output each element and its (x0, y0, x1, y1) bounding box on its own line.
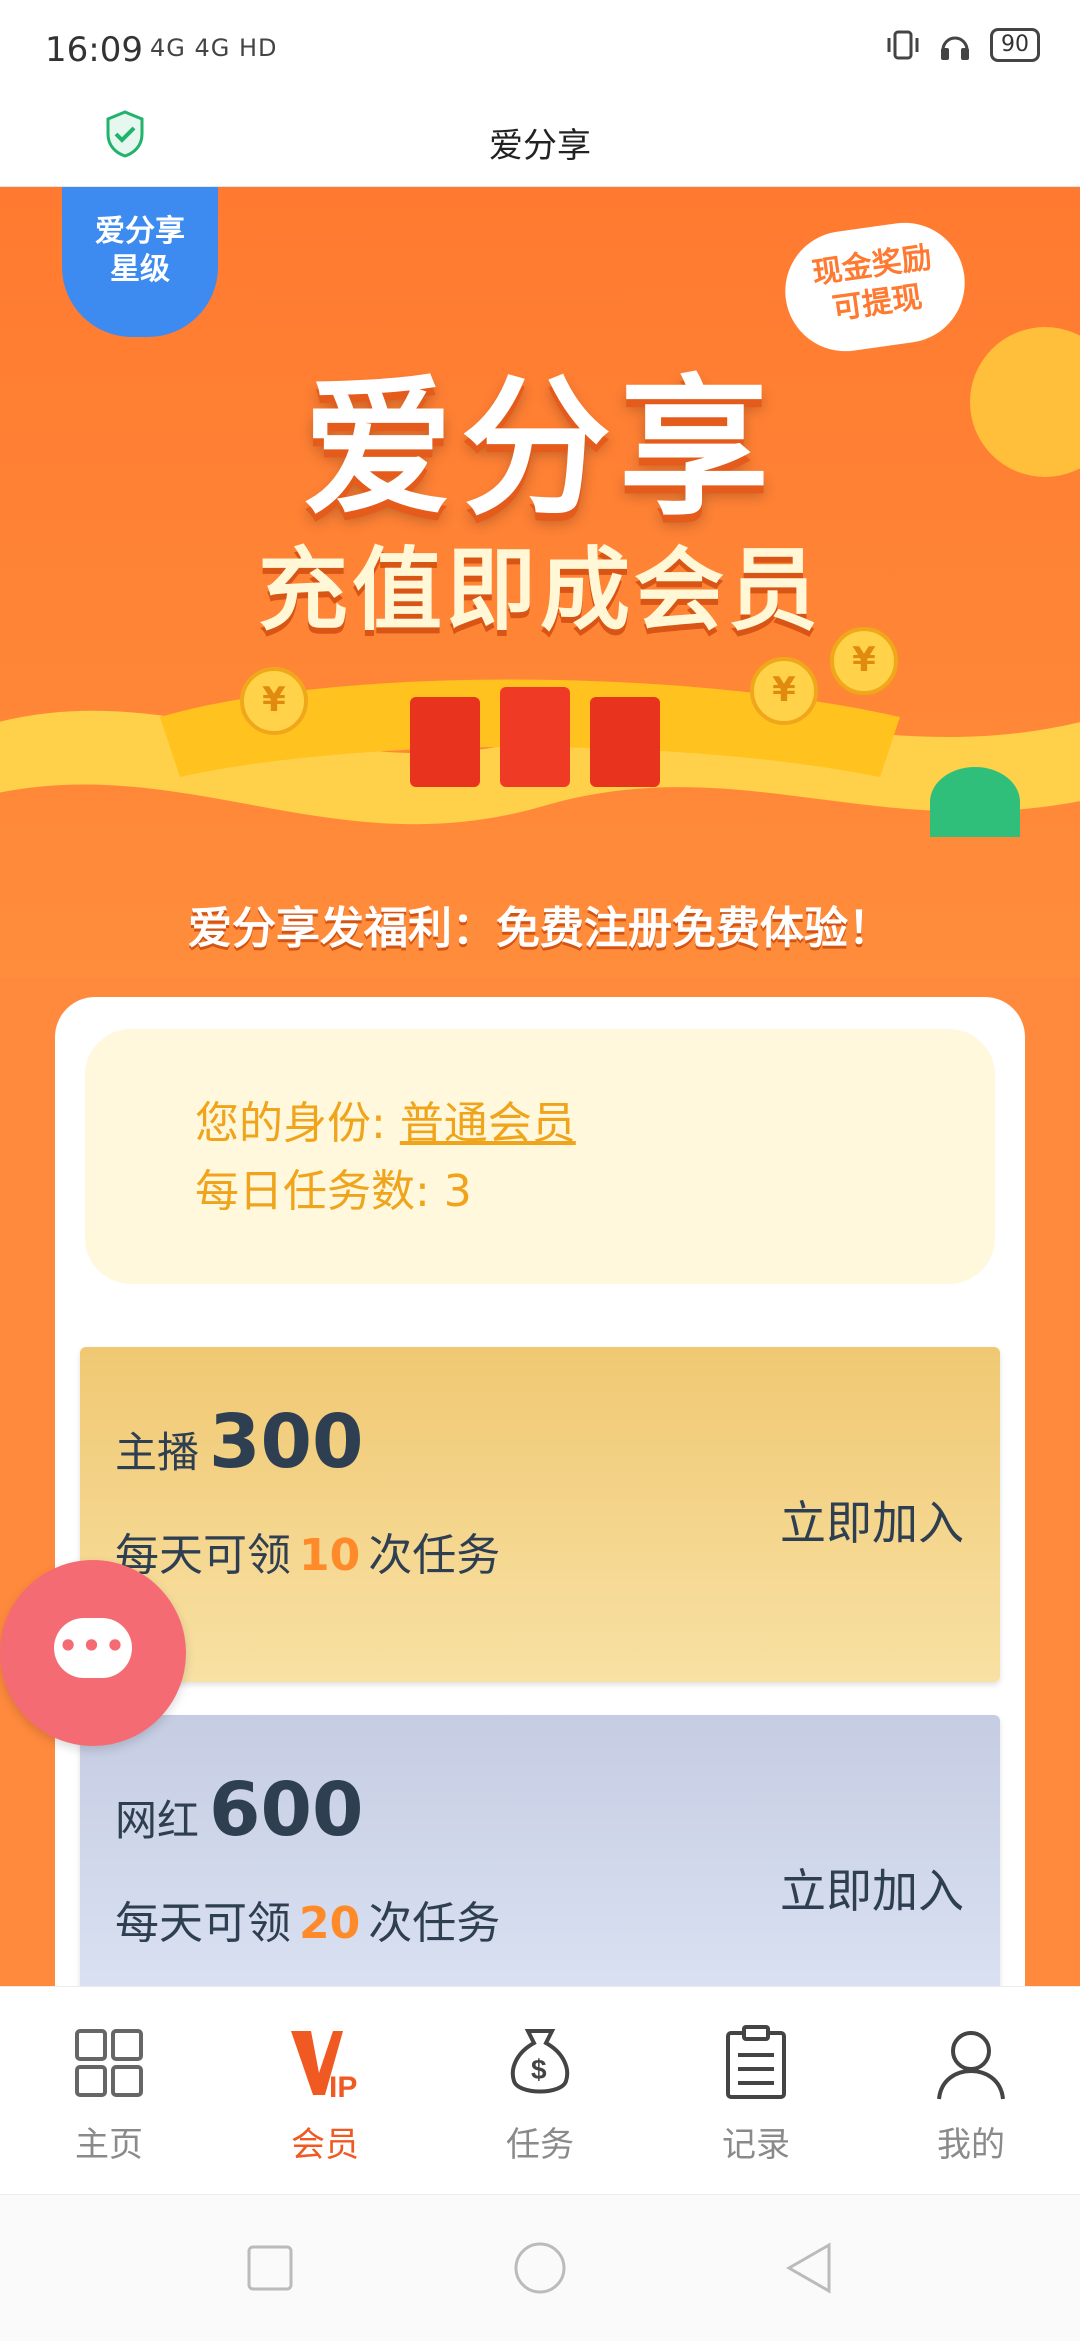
star-badge-line2: 星级 (110, 252, 170, 287)
plan-description: 每天可领 20 次任务 (115, 1887, 500, 1951)
plan-desc-suffix: 次任务 (368, 1898, 501, 1949)
plan-desc-suffix: 次任务 (368, 1530, 501, 1581)
plan-name: 主播 (115, 1428, 200, 1477)
user-icon (937, 2031, 1005, 2100)
daily-task-count: 每日任务数: 3 (195, 1166, 472, 1217)
clipboard-icon (726, 2025, 786, 2099)
home-icon[interactable] (513, 2241, 567, 2295)
plan-desc-prefix: 每天可领 (115, 1898, 291, 1949)
recent-apps-icon[interactable] (243, 2241, 297, 2295)
plan-title: 主播 300 (115, 1399, 363, 1485)
chat-dots: ••• (57, 1627, 129, 1665)
promo-banner: 爱分享 星级 现金奖励 可提现 爱分享 充值即成会员 ¥ ¥ ¥ 爱分享发福利：… (0, 187, 1080, 977)
tab-records[interactable]: 记录 (681, 2023, 831, 2166)
svg-text:$: $ (531, 2054, 547, 2085)
plan-task-count: 20 (299, 1898, 361, 1949)
grid-icon (75, 2029, 143, 2097)
plan-card-influencer[interactable]: 网红 600 每天可领 20 次任务 立即加入 (80, 1715, 1000, 1987)
decor-ball (930, 767, 1020, 837)
plan-description: 每天可领 10 次任务 (115, 1519, 500, 1583)
system-nav-bar (0, 2194, 1080, 2341)
main-content[interactable]: 爱分享 星级 现金奖励 可提现 爱分享 充值即成会员 ¥ ¥ ¥ 爱分享发福利：… (0, 187, 1080, 1987)
identity-label: 您的身份: (195, 1098, 400, 1149)
network-indicator: 4G 4G HD (150, 34, 278, 62)
plan-price: 300 (209, 1399, 364, 1485)
money-bag-icon: $ (510, 2029, 570, 2094)
tab-label: 我的 (937, 2125, 1005, 2165)
membership-panel: 您的身份: 普通会员 每日任务数: 3 主播 300 每天可领 10 次任务 立即加入… (55, 997, 1025, 1987)
bottom-tab-bar: 主页 IP 会员 $ 任务 记录 我的 (0, 1986, 1080, 2195)
tab-label: 任务 (506, 2125, 574, 2165)
star-badge-line1: 爱分享 (95, 214, 185, 249)
chat-bubble-icon: ••• (54, 1618, 132, 1678)
chat-fab-button[interactable]: ••• (0, 1560, 186, 1746)
status-icons: 90 (886, 28, 1040, 62)
tab-home[interactable]: 主页 (34, 2023, 184, 2166)
plan-task-count: 10 (299, 1530, 361, 1581)
coin-icon: ¥ (240, 667, 308, 735)
identity-card: 您的身份: 普通会员 每日任务数: 3 (85, 1029, 995, 1284)
tab-vip[interactable]: IP 会员 (250, 2023, 400, 2166)
headphones-icon (941, 36, 969, 60)
plan-title: 网红 600 (115, 1767, 363, 1853)
status-bar: 16:09 4G 4G HD 90 (0, 0, 1080, 100)
tab-tasks[interactable]: $ 任务 (465, 2023, 615, 2166)
join-button[interactable]: 立即加入 (780, 1855, 964, 1921)
plan-name: 网红 (115, 1796, 200, 1845)
app-bar: 爱分享 (0, 100, 1080, 187)
identity-row: 您的身份: 普通会员 (195, 1087, 576, 1151)
identity-value-link[interactable]: 普通会员 (400, 1098, 576, 1149)
back-icon[interactable] (783, 2241, 837, 2295)
banner-title: 爱分享 (302, 362, 777, 536)
tab-label: 记录 (722, 2125, 790, 2165)
vip-icon: IP (291, 2031, 357, 2104)
gold-ribbon (0, 679, 1080, 825)
page-title: 爱分享 (489, 126, 591, 166)
coin-icon: ¥ (750, 657, 818, 725)
join-button[interactable]: 立即加入 (780, 1487, 964, 1553)
tab-label: 主页 (75, 2125, 143, 2165)
plan-price: 600 (209, 1767, 364, 1853)
tab-profile[interactable]: 我的 (896, 2023, 1046, 2166)
coin-icon: ¥ (830, 627, 898, 695)
star-badge[interactable]: 爱分享 星级 (62, 187, 218, 337)
battery-indicator: 90 (990, 28, 1040, 62)
banner-subtitle: 充值即成会员 (258, 538, 822, 643)
plan-card-anchor[interactable]: 主播 300 每天可领 10 次任务 立即加入 (80, 1347, 1000, 1682)
status-time: 16:09 (45, 30, 143, 70)
tab-label: 会员 (291, 2125, 359, 2165)
vibrate-icon (887, 30, 919, 60)
svg-text:IP: IP (329, 2071, 357, 2103)
welfare-slogan: 爱分享发福利：免费注册免费体验！ (188, 903, 892, 954)
